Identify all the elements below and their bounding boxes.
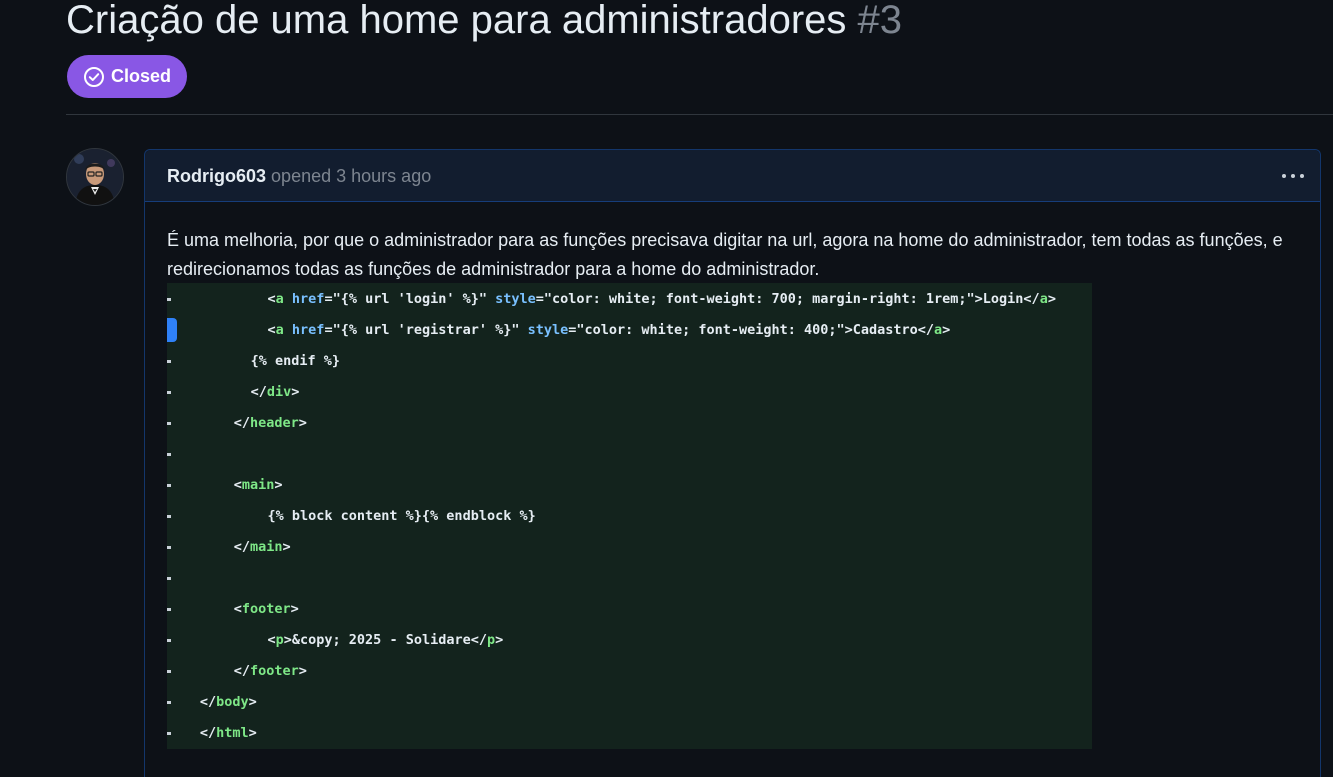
- gutter-marker: [167, 422, 171, 425]
- code-token: header: [249, 415, 299, 431]
- code-token: >: [248, 694, 257, 710]
- gutter-marker: [167, 639, 171, 642]
- code-token: >: [1047, 291, 1056, 307]
- code-line: <main>: [167, 470, 1092, 501]
- code-token: a: [1039, 291, 1048, 307]
- code-line: [167, 563, 1092, 594]
- comment-header: Rodrigo603 opened 3 hours ago: [145, 150, 1320, 202]
- code-token: p: [275, 632, 284, 648]
- code-token: footer: [249, 663, 299, 679]
- code-token: ="color: white; font-weight: 700; margin…: [535, 291, 1040, 307]
- issue-number: #3: [857, 0, 903, 42]
- code-token: main: [241, 477, 275, 493]
- code-token: {% endif %}: [250, 353, 340, 369]
- code-line: <p>&copy; 2025 - Solidare</p>: [167, 625, 1092, 656]
- code-token: >&copy; 2025 - Solidare</: [283, 632, 487, 648]
- code-line: </main>: [167, 532, 1092, 563]
- code-token: ="color: white; font-weight: 400;">Cadas…: [568, 322, 935, 338]
- kebab-horizontal-icon: [1281, 166, 1305, 184]
- code-token: >: [290, 601, 299, 617]
- code-line: <a href="{% url 'registrar' %}" style="c…: [167, 315, 1092, 346]
- comment-meta: Rodrigo603 opened 3 hours ago: [167, 166, 431, 187]
- code-token: </: [233, 663, 250, 679]
- code-token: </: [199, 694, 217, 710]
- code-line: {% endif %}: [167, 346, 1092, 377]
- code-token: href: [291, 322, 325, 338]
- code-token: {% block content %}{% endblock %}: [267, 508, 536, 524]
- code-line: <a href="{% url 'login' %}" style="color…: [167, 284, 1092, 315]
- code-token: >: [248, 725, 257, 741]
- gutter-marker: [167, 732, 171, 735]
- comment-action: opened: [271, 166, 332, 186]
- code-line: </html>: [167, 718, 1092, 749]
- code-line: </header>: [167, 408, 1092, 439]
- code-token: >: [298, 663, 307, 679]
- code-token: ="{% url 'registrar' %}": [324, 322, 528, 338]
- code-token: </: [233, 539, 250, 555]
- circle-check-icon: [83, 66, 105, 88]
- code-token: p: [486, 632, 496, 648]
- gutter-marker: [167, 608, 171, 611]
- gutter-marker: [167, 391, 171, 394]
- gutter-marker: [167, 701, 171, 704]
- issue-state-label: Closed: [111, 66, 172, 86]
- issue-page: Criação de uma home para administradores…: [0, 0, 1333, 777]
- code-token: <: [267, 322, 276, 338]
- code-token: ="{% url 'login' %}": [324, 291, 496, 307]
- code-token: main: [249, 539, 283, 555]
- code-token: footer: [241, 601, 291, 617]
- code-screenshot-image: <a href="{% url 'login' %}" style="color…: [167, 283, 1092, 749]
- code-line: {% block content %}{% endblock %}: [167, 501, 1092, 532]
- comment-options-button[interactable]: [1280, 164, 1306, 186]
- issue-title: Criação de uma home para administradores…: [66, 0, 902, 48]
- code-token: >: [291, 384, 300, 400]
- gutter-marker: [167, 515, 171, 518]
- gutter-marker: [167, 298, 171, 301]
- code-token: >: [298, 415, 307, 431]
- code-line: </body>: [167, 687, 1092, 718]
- code-line: <footer>: [167, 594, 1092, 625]
- comment-timestamp[interactable]: 3 hours ago: [336, 166, 431, 186]
- code-token: >: [282, 539, 291, 555]
- code-line: </div>: [167, 377, 1092, 408]
- code-token: href: [291, 291, 325, 307]
- header-divider: [66, 114, 1333, 115]
- comment-body: É uma melhoria, por que o administrador …: [167, 230, 1283, 279]
- code-token: >: [274, 477, 283, 493]
- code-token: body: [216, 694, 249, 710]
- avatar[interactable]: [66, 148, 124, 206]
- gutter-marker: [167, 484, 171, 487]
- code-token: >: [495, 632, 504, 648]
- code-token: </: [233, 415, 250, 431]
- code-token: <: [233, 601, 242, 617]
- code-token: a: [275, 291, 284, 307]
- code-token: div: [266, 384, 292, 400]
- code-line: [167, 439, 1092, 470]
- code-token: a: [934, 322, 943, 338]
- code-token: <: [233, 477, 242, 493]
- code-token: <: [267, 632, 276, 648]
- gutter-marker: [167, 360, 171, 363]
- code-token: <: [267, 291, 276, 307]
- gutter-marker: [167, 453, 171, 456]
- gutter-marker: [167, 670, 171, 673]
- gutter-marker: [167, 546, 171, 549]
- code-token: html: [216, 725, 249, 741]
- author-link[interactable]: Rodrigo603: [167, 166, 266, 186]
- issue-title-text: Criação de uma home para administradores: [66, 0, 847, 42]
- code-token: style: [495, 291, 536, 307]
- gutter-active-marker: [167, 318, 177, 342]
- issue-state-badge: Closed: [67, 55, 188, 98]
- code-line: </footer>: [167, 656, 1092, 687]
- code-token: a: [275, 322, 284, 338]
- code-token: </: [250, 384, 267, 400]
- issue-comment: Rodrigo603 opened 3 hours ago É uma melh…: [144, 149, 1321, 777]
- gutter-marker: [167, 577, 171, 580]
- code-token: style: [527, 322, 569, 338]
- code-token: </: [199, 725, 217, 741]
- code-token: >: [942, 322, 951, 338]
